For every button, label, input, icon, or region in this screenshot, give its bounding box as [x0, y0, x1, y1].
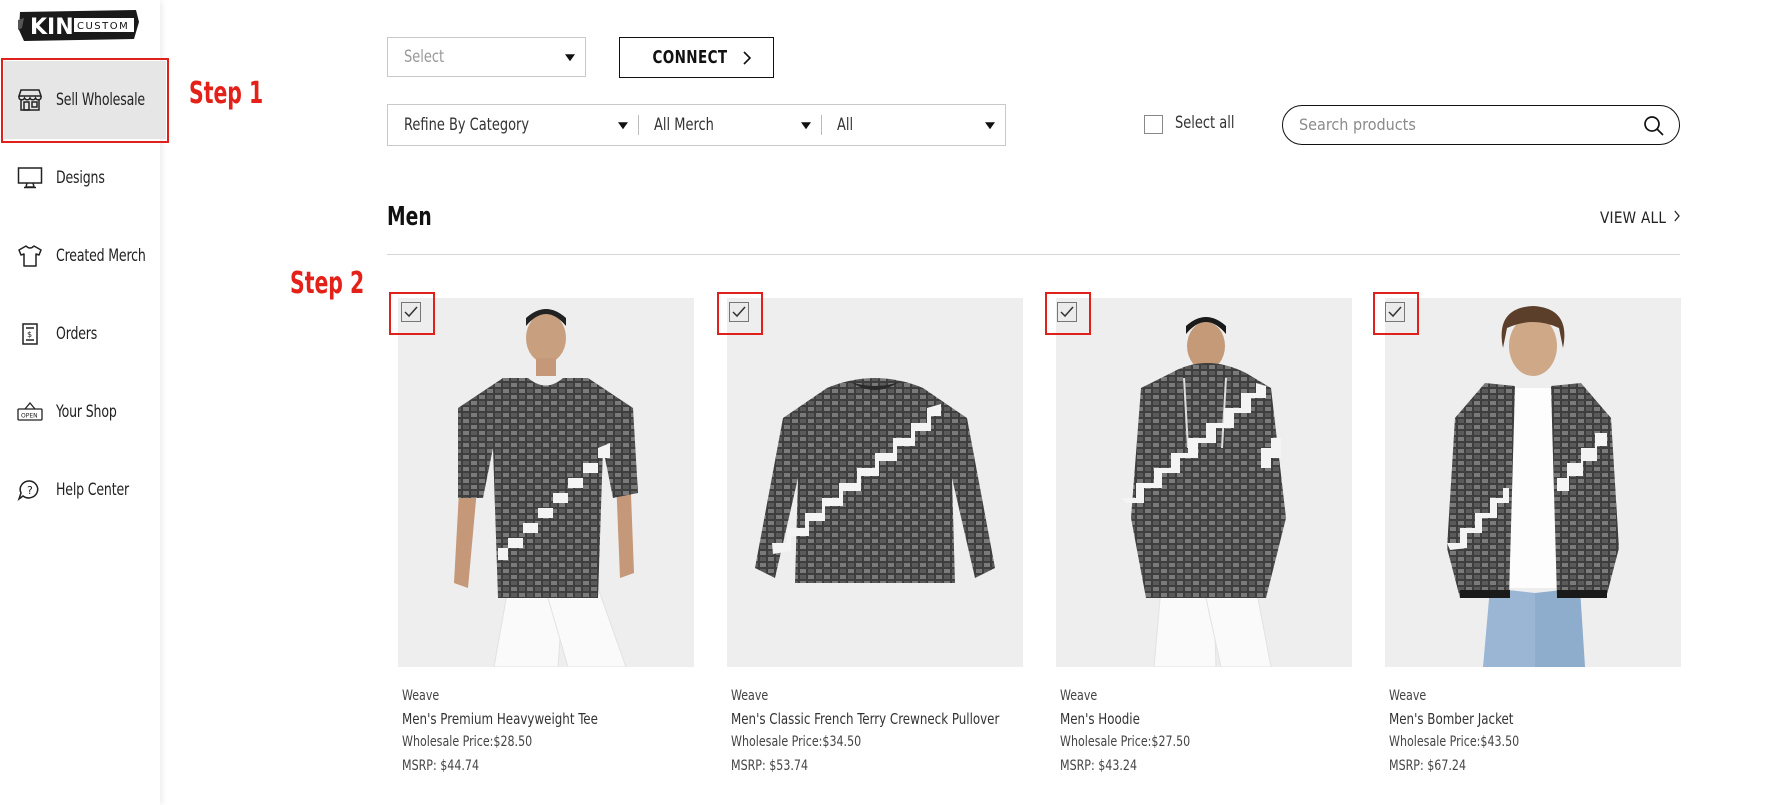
connect-button-label: CONNECT — [652, 47, 727, 68]
logo-main-text: KIN — [30, 15, 74, 40]
product-name[interactable]: Men's Bomber Jacket — [1389, 710, 1513, 728]
step2-label: Step 2 — [290, 266, 365, 301]
caret-down-icon — [801, 122, 811, 130]
sidebar-item-label: Designs — [56, 168, 105, 188]
sidebar-item-designs[interactable]: Designs — [4, 139, 166, 217]
product-msrp: MSRP: $67.24 — [1389, 758, 1467, 774]
logo-sub-text: CUSTOM — [77, 21, 129, 32]
product-design-name: Weave — [402, 688, 440, 704]
product-design-name: Weave — [1389, 688, 1427, 704]
section-title: Men — [387, 202, 432, 232]
view-all-link[interactable]: VIEW ALL — [1600, 208, 1682, 227]
select-all-label[interactable]: Select all — [1175, 113, 1234, 133]
caret-down-icon — [985, 122, 995, 130]
sidebar-item-label: Your Shop — [56, 402, 117, 422]
product-msrp: MSRP: $44.74 — [402, 758, 480, 774]
sub-filter-select[interactable]: All — [821, 105, 1005, 145]
checkmark-icon — [732, 306, 746, 318]
view-all-label: VIEW ALL — [1600, 208, 1667, 227]
category-filter-select[interactable]: Refine By Category — [388, 105, 638, 145]
sidebar-item-your-shop[interactable]: OPEN Your Shop — [4, 373, 166, 451]
product-image[interactable] — [727, 298, 1023, 667]
search-input[interactable] — [1299, 115, 1629, 134]
tshirt-icon — [16, 242, 44, 270]
caret-down-icon — [565, 54, 575, 62]
merch-filter-value: All Merch — [654, 115, 714, 135]
search-icon[interactable] — [1643, 115, 1665, 137]
product-select-checkbox[interactable] — [1385, 302, 1405, 322]
product-card[interactable]: Weave Men's Bomber Jacket Wholesale Pric… — [1385, 298, 1681, 778]
product-select-checkbox[interactable] — [401, 302, 421, 322]
product-design-name: Weave — [1060, 688, 1098, 704]
product-design-name: Weave — [731, 688, 769, 704]
sub-filter-value: All — [837, 115, 854, 135]
product-wholesale-price: Wholesale Price:$28.50 — [402, 734, 533, 750]
product-card[interactable]: Weave Men's Classic French Terry Crewnec… — [727, 298, 1023, 778]
product-wholesale-price: Wholesale Price:$27.50 — [1060, 734, 1191, 750]
caret-down-icon — [618, 122, 628, 130]
sidebar-item-created-merch[interactable]: Created Merch — [4, 217, 166, 295]
product-name[interactable]: Men's Classic French Terry Crewneck Pull… — [731, 710, 999, 728]
product-wholesale-price: Wholesale Price:$34.50 — [731, 734, 862, 750]
product-image[interactable] — [1385, 298, 1681, 667]
store-select-value: Select — [404, 47, 445, 67]
step1-label: Step 1 — [189, 76, 264, 111]
product-select-checkbox[interactable] — [729, 302, 749, 322]
sidebar-item-orders[interactable]: $ Orders — [4, 295, 166, 373]
open-sign-icon: OPEN — [16, 398, 44, 426]
step1-highlight-box — [1, 58, 169, 143]
help-bubble-icon: ? — [16, 476, 44, 504]
store-select[interactable]: Select — [387, 37, 586, 77]
product-image[interactable] — [398, 298, 694, 667]
checkmark-icon — [1388, 306, 1402, 318]
product-wholesale-price: Wholesale Price:$43.50 — [1389, 734, 1520, 750]
product-image[interactable] — [1056, 298, 1352, 667]
sidebar-item-label: Created Merch — [56, 246, 146, 266]
sidebar-item-label: Orders — [56, 324, 98, 344]
receipt-icon: $ — [16, 320, 44, 348]
product-name[interactable]: Men's Premium Heavyweight Tee — [402, 710, 598, 728]
product-name[interactable]: Men's Hoodie — [1060, 710, 1140, 728]
chevron-right-icon — [743, 50, 752, 65]
checkmark-icon — [404, 306, 418, 318]
section-divider — [387, 254, 1680, 255]
svg-text:?: ? — [27, 484, 33, 497]
checkmark-icon — [1060, 306, 1074, 318]
product-msrp: MSRP: $43.24 — [1060, 758, 1138, 774]
select-all-checkbox[interactable] — [1144, 115, 1163, 134]
svg-text:$: $ — [27, 330, 32, 339]
product-select-checkbox[interactable] — [1057, 302, 1077, 322]
sidebar-item-help-center[interactable]: ? Help Center — [4, 451, 166, 529]
product-card[interactable]: Weave Men's Hoodie Wholesale Price:$27.5… — [1056, 298, 1352, 778]
svg-text:OPEN: OPEN — [21, 413, 38, 420]
kin-custom-logo[interactable]: KIN CUSTOM — [18, 8, 140, 42]
category-filter-value: Refine By Category — [404, 115, 530, 135]
product-card[interactable]: Weave Men's Premium Heavyweight Tee Whol… — [398, 298, 694, 778]
monitor-icon — [16, 164, 44, 192]
product-msrp: MSRP: $53.74 — [731, 758, 809, 774]
sidebar-item-label: Help Center — [56, 480, 130, 500]
merch-filter-select[interactable]: All Merch — [638, 105, 821, 145]
search-box — [1282, 105, 1680, 145]
chevron-right-icon — [1674, 210, 1681, 222]
filter-bar: Refine By Category All Merch All — [387, 104, 1006, 146]
connect-button[interactable]: CONNECT — [619, 37, 774, 78]
